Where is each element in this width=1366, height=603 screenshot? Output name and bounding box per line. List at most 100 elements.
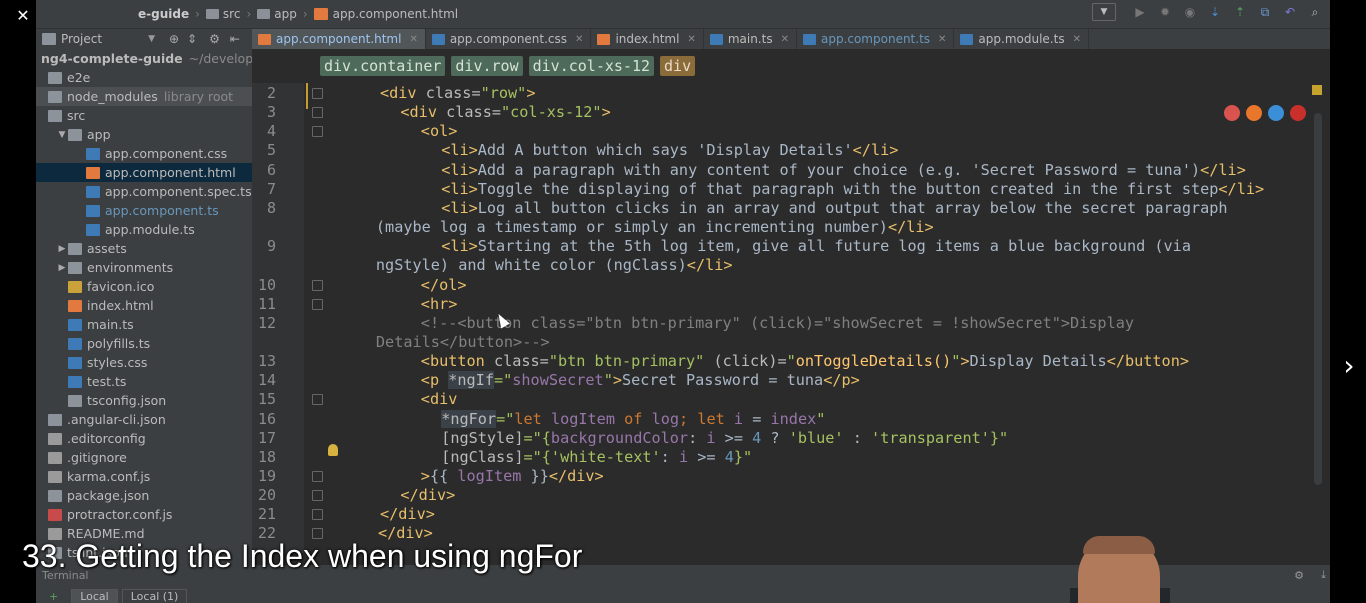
fold-marker-icon[interactable] [312, 279, 323, 291]
editor-tab[interactable]: app.component.ts ✕ [797, 29, 955, 49]
nav-crumb-file[interactable]: app.component.html [313, 7, 458, 21]
tree-item[interactable]: app.component.css [36, 144, 252, 163]
tree-item[interactable]: .editorconfig [36, 429, 252, 448]
fold-marker-icon[interactable] [312, 298, 323, 310]
lightbulb-icon[interactable] [328, 444, 338, 456]
html-file-icon [258, 33, 271, 45]
vcs-update-icon[interactable]: ⇣ [1206, 3, 1224, 21]
tree-item[interactable]: app.component.ts [36, 201, 252, 220]
search-icon[interactable]: ⌕ [1306, 3, 1324, 21]
html-breadcrumb-item[interactable]: div.row [451, 56, 523, 76]
debug-icon[interactable]: ✹ [1156, 3, 1174, 21]
html-breadcrumb-item[interactable]: div [660, 56, 696, 76]
tree-item[interactable]: package.json [36, 486, 252, 505]
tree-item[interactable]: test.ts [36, 372, 252, 391]
revert-icon[interactable]: ↶ [1281, 3, 1299, 21]
close-tab-icon[interactable]: ✕ [687, 34, 695, 45]
html-breadcrumb-item[interactable]: div.container [320, 56, 446, 76]
tree-item[interactable]: ng4-complete-guide ~/developme [36, 49, 273, 68]
fold-marker-icon[interactable] [312, 126, 323, 138]
tree-item[interactable]: .gitignore [36, 448, 252, 467]
next-video-button[interactable]: › [1334, 345, 1364, 385]
chrome-icon[interactable] [1224, 105, 1240, 121]
line-number: 11 [257, 294, 276, 313]
tree-item[interactable]: index.html [36, 296, 252, 315]
nav-crumb-src[interactable]: src › [205, 7, 251, 21]
close-tab-icon[interactable]: ✕ [938, 34, 946, 45]
nav-crumb-app[interactable]: app › [257, 7, 308, 21]
line-number: 21 [257, 505, 276, 524]
tree-item[interactable]: protractor.conf.js [36, 505, 252, 524]
close-tab-icon[interactable]: ✕ [575, 34, 583, 45]
sync-icon[interactable]: ⊕ [169, 32, 179, 46]
tree-item[interactable]: ▶ assets [36, 239, 252, 258]
fold-marker-icon[interactable] [312, 490, 323, 502]
tree-item[interactable]: tsconfig.json [36, 391, 252, 410]
tree-item[interactable]: karma.conf.js [36, 467, 252, 486]
opera-icon[interactable] [1290, 105, 1306, 121]
tree-item[interactable]: node_modules library root [36, 87, 252, 106]
hide-panel-icon[interactable]: ⇤ [230, 32, 240, 46]
terminal-tab-local[interactable]: + [40, 589, 67, 603]
video-title-overlay: 33. Getting the Index when using ngFor [22, 538, 583, 574]
vertical-scrollbar[interactable] [1314, 113, 1322, 485]
gear-icon[interactable]: ⚙ [1294, 569, 1304, 582]
html-breadcrumb-item[interactable]: div.col-xs-12 [528, 56, 655, 76]
collapse-arrow-icon[interactable]: ▶ [56, 244, 68, 254]
fold-marker-icon[interactable] [312, 394, 323, 406]
hide-icon[interactable]: ⤓ [1321, 568, 1326, 582]
close-tab-icon[interactable]: ✕ [1073, 34, 1081, 45]
safari-icon[interactable] [1268, 105, 1284, 121]
editor-tab[interactable]: app.component.html ✕ [252, 29, 426, 49]
tree-item[interactable]: src [36, 106, 252, 125]
run-config-dropdown[interactable]: ▼ [1092, 3, 1116, 21]
collapse-icon[interactable]: ⇕ [187, 32, 197, 46]
code-line: <li>Add A button which says 'Display Det… [441, 141, 899, 160]
nav-crumb-label: src [222, 7, 241, 21]
chevron-down-icon[interactable]: ▼ [148, 34, 155, 44]
close-tab-icon[interactable]: ✕ [781, 34, 789, 45]
run-icon[interactable]: ▶ [1131, 3, 1149, 21]
ts-file-icon [86, 204, 100, 217]
editor-tab[interactable]: main.ts ✕ [704, 29, 797, 49]
tree-item[interactable]: app.component.html [36, 163, 252, 182]
firefox-icon[interactable] [1246, 105, 1262, 121]
html-file-icon [313, 8, 328, 20]
tree-item[interactable]: polyfills.ts [36, 334, 252, 353]
fold-marker-icon[interactable] [312, 107, 323, 119]
editor-tab[interactable]: app.module.ts ✕ [954, 29, 1089, 49]
nav-crumb-project[interactable]: e-guide › [138, 7, 200, 21]
tree-item[interactable]: ▶ environments [36, 258, 252, 277]
collapse-arrow-icon[interactable]: ▶ [56, 263, 68, 273]
tree-item[interactable]: app.component.spec.ts [36, 182, 252, 201]
expand-arrow-icon[interactable]: ▼ [56, 130, 68, 140]
terminal-tab-local[interactable]: Local [71, 589, 118, 603]
tree-item[interactable]: main.ts [36, 315, 252, 334]
fold-marker-icon[interactable] [312, 471, 323, 482]
inspection-status-icon[interactable] [1312, 85, 1322, 95]
code-editor[interactable]: 2 3 4 5 6 7 8 9 10 11 12 13 14 15 16 17 18 19 20 21 22 <div … [252, 83, 1322, 553]
folder-icon [68, 242, 82, 255]
tree-item[interactable]: styles.css [36, 353, 252, 372]
tree-item[interactable]: ▼ app [36, 125, 252, 144]
tree-item[interactable]: app.module.ts [36, 220, 252, 239]
coverage-icon[interactable]: ◉ [1181, 3, 1199, 21]
close-tab-icon[interactable]: ✕ [409, 34, 417, 45]
vcs-commit-icon[interactable]: ⇡ [1231, 3, 1249, 21]
gear-icon[interactable]: ⚙ [209, 32, 220, 46]
line-number: 12 [257, 313, 276, 332]
vcs-history-icon[interactable]: ⧉ [1256, 3, 1274, 21]
folder-icon [48, 71, 62, 84]
editor-tab[interactable]: app.component.css ✕ [426, 29, 592, 49]
tree-item[interactable]: .angular-cli.json [36, 410, 252, 429]
editor-tab[interactable]: index.html ✕ [591, 29, 704, 49]
code-line: <p *ngIf="showSecret">Secret Password = … [420, 371, 860, 390]
fold-marker-icon[interactable] [312, 88, 323, 99]
editor-tab-label: app.component.ts [820, 32, 931, 46]
tree-item[interactable]: favicon.ico [36, 277, 252, 296]
tree-item[interactable]: e2e [36, 68, 252, 87]
terminal-tab-local-1[interactable]: Local (1) [121, 589, 188, 603]
fold-marker-icon[interactable] [312, 509, 323, 521]
project-panel-title[interactable]: Project [61, 32, 102, 46]
tree-item-label: src [67, 108, 86, 123]
